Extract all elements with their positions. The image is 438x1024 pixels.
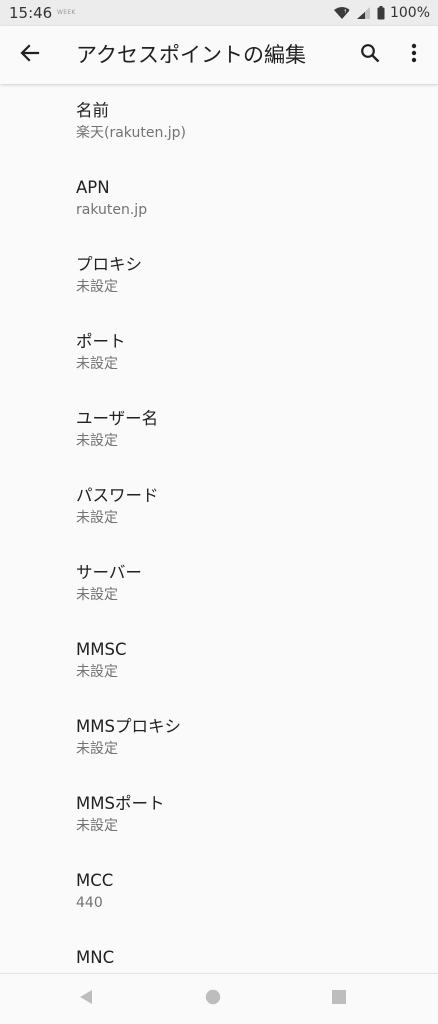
more-options-button[interactable] — [396, 35, 432, 75]
pref-mms-port[interactable]: MMSポート 未設定 — [0, 777, 438, 854]
more-vert-icon — [411, 43, 417, 67]
pref-summary: 未設定 — [76, 356, 118, 372]
pref-summary: 未設定 — [76, 741, 118, 757]
pref-title: パスワード — [76, 486, 159, 505]
pref-mnc[interactable]: MNC 11 — [0, 931, 438, 973]
pref-proxy[interactable]: プロキシ 未設定 — [0, 238, 438, 315]
battery-percent: 100% — [389, 5, 430, 21]
pref-summary: 440 — [76, 895, 103, 911]
pref-server[interactable]: サーバー 未設定 — [0, 546, 438, 623]
pref-title: MCC — [76, 871, 114, 890]
pref-summary: 未設定 — [76, 510, 118, 526]
nav-recents-icon — [331, 989, 347, 1009]
pref-summary: 未設定 — [76, 433, 118, 449]
wifi-icon: ↑↓ — [333, 6, 351, 20]
status-bar: 15:46 WEEK ↑↓ 100% — [0, 0, 438, 26]
pref-title: MMSC — [76, 640, 127, 659]
settings-list: 名前 楽天(rakuten.jp) APN rakuten.jp プロキシ 未設… — [0, 84, 438, 973]
status-icons: ↑↓ 100% — [333, 4, 430, 22]
pref-title: ポート — [76, 332, 126, 351]
nav-home-button[interactable] — [198, 984, 228, 1014]
pref-mms-proxy[interactable]: MMSプロキシ 未設定 — [0, 700, 438, 777]
pref-title: 名前 — [76, 101, 109, 120]
arrow-back-icon — [20, 43, 40, 67]
pref-name[interactable]: 名前 楽天(rakuten.jp) — [0, 84, 438, 161]
pref-summary: 未設定 — [76, 279, 118, 295]
nav-recents-button[interactable] — [324, 984, 354, 1014]
pref-summary: rakuten.jp — [76, 202, 148, 218]
pref-summary: 楽天(rakuten.jp) — [76, 125, 187, 141]
pref-summary: 未設定 — [76, 818, 118, 834]
nav-back-icon — [78, 989, 94, 1009]
pref-title: サーバー — [76, 563, 142, 582]
navigation-bar — [0, 973, 438, 1024]
pref-title: MMSポート — [76, 794, 165, 813]
pref-mcc[interactable]: MCC 440 — [0, 854, 438, 931]
pref-mmsc[interactable]: MMSC 未設定 — [0, 623, 438, 700]
signal-icon — [356, 6, 372, 20]
pref-port[interactable]: ポート 未設定 — [0, 315, 438, 392]
app-bar: アクセスポイントの編集 — [0, 26, 438, 84]
pref-title: MMSプロキシ — [76, 717, 181, 736]
pref-apn[interactable]: APN rakuten.jp — [0, 161, 438, 238]
status-time: 15:46 — [9, 4, 53, 22]
search-icon — [360, 43, 380, 67]
pref-summary: 未設定 — [76, 664, 118, 680]
apn-edit-screen: 15:46 WEEK ↑↓ 100% アクセスポイントの編集 名前 楽天(rak… — [0, 0, 438, 1024]
page-title: アクセスポイントの編集 — [76, 43, 306, 67]
pref-title: プロキシ — [76, 255, 142, 274]
svg-text:↑↓: ↑↓ — [343, 9, 351, 15]
battery-icon — [377, 6, 385, 20]
search-button[interactable] — [350, 35, 390, 75]
pref-title: APN — [76, 178, 110, 197]
notification-text: WEEK — [57, 9, 76, 16]
pref-username[interactable]: ユーザー名 未設定 — [0, 392, 438, 469]
back-button[interactable] — [10, 35, 50, 75]
pref-title: MNC — [76, 948, 115, 967]
pref-summary: 未設定 — [76, 587, 118, 603]
pref-password[interactable]: パスワード 未設定 — [0, 469, 438, 546]
nav-home-icon — [205, 989, 221, 1009]
nav-back-button[interactable] — [71, 984, 101, 1014]
pref-title: ユーザー名 — [76, 409, 159, 428]
